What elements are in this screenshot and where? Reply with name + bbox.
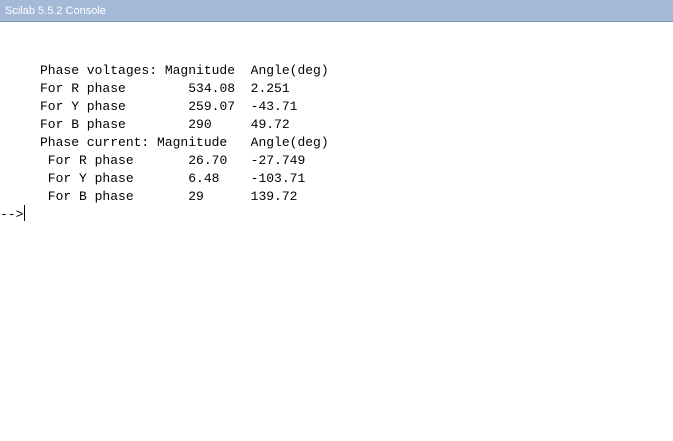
prompt-symbol: -->: [0, 207, 24, 222]
console-line: For Y phase 259.07 -43.71: [40, 99, 298, 114]
console-line: For B phase 29 139.72: [40, 189, 298, 204]
console-output-area[interactable]: Phase voltages: Magnitude Angle(deg) For…: [0, 22, 673, 441]
console-line: For R phase 26.70 -27.749: [40, 153, 306, 168]
text-cursor: [24, 205, 26, 221]
command-prompt[interactable]: -->: [0, 205, 26, 223]
console-line: For B phase 290 49.72: [40, 117, 290, 132]
scilab-console-window: Scilab 5.5.2 Console Phase voltages: Mag…: [0, 0, 673, 441]
console-line: Phase voltages: Magnitude Angle(deg): [40, 63, 329, 78]
console-line: Phase current: Magnitude Angle(deg): [40, 135, 329, 150]
window-title: Scilab 5.5.2 Console: [5, 5, 106, 17]
console-line: For Y phase 6.48 -103.71: [40, 171, 306, 186]
title-bar: Scilab 5.5.2 Console: [0, 0, 673, 22]
console-line: For R phase 534.08 2.251: [40, 81, 290, 96]
